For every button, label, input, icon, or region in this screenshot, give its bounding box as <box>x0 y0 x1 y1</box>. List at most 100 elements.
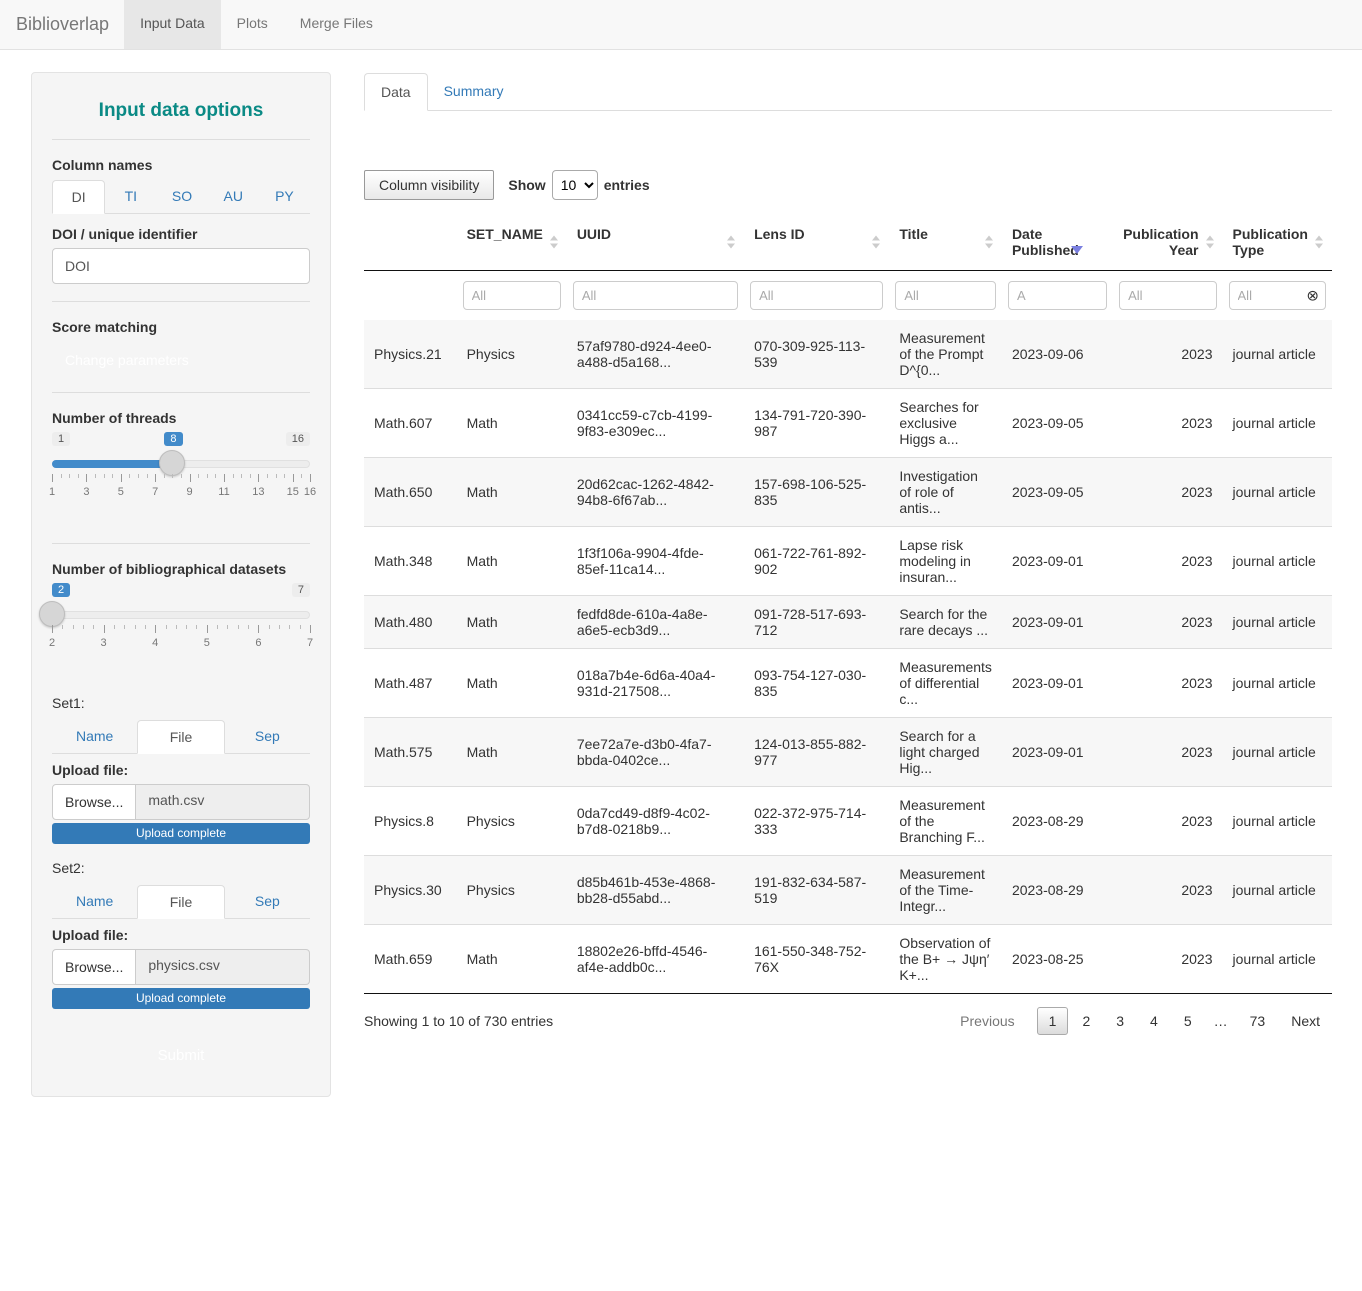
cell-lens: 161-550-348-752-76X <box>744 925 889 994</box>
slider-value-badge: 2 <box>52 583 70 597</box>
column-filter-input-1[interactable] <box>463 281 561 310</box>
column-header-title[interactable]: Title <box>889 214 1002 271</box>
navtab-plots[interactable]: Plots <box>221 0 284 49</box>
slider-tick-label: 5 <box>118 486 124 498</box>
sort-desc-icon[interactable] <box>1071 246 1083 254</box>
column-filter-input-3[interactable] <box>750 281 883 310</box>
cell-lens: 191-832-634-587-519 <box>744 856 889 925</box>
set1-upload-label: Upload file: <box>52 762 310 778</box>
column-filter-input-6[interactable] <box>1119 281 1216 310</box>
column-header-date-published[interactable]: Date Published <box>1002 214 1113 271</box>
cell-year: 2023 <box>1113 596 1222 649</box>
cell-name: Math.575 <box>364 718 457 787</box>
cell-date: 2023-09-05 <box>1002 389 1113 458</box>
cell-name: Math.487 <box>364 649 457 718</box>
page-button-5[interactable]: 5 <box>1172 1007 1204 1035</box>
sort-both-icon[interactable] <box>872 236 880 249</box>
navbar: Biblioverlap Input Data Plots Merge File… <box>0 0 1362 50</box>
cell-title: Lapse risk modeling in insuran... <box>889 527 1002 596</box>
change-parameters-button[interactable]: Change parameters <box>52 345 202 375</box>
cell-name: Math.480 <box>364 596 457 649</box>
cell-lens: 157-698-106-525-835 <box>744 458 889 527</box>
next-button[interactable]: Next <box>1279 1007 1332 1035</box>
column-header-publication-year[interactable]: Publication Year <box>1113 214 1222 271</box>
cell-lens: 061-722-761-892-902 <box>744 527 889 596</box>
cell-title: Measurement of the Branching F... <box>889 787 1002 856</box>
slider-tick-label: 5 <box>204 637 210 649</box>
cell-date: 2023-09-01 <box>1002 718 1113 787</box>
set2-browse-button[interactable]: Browse... <box>52 949 136 985</box>
panel-title: Input data options <box>52 100 310 122</box>
slider-tick <box>248 625 249 629</box>
submit-button[interactable]: Submit <box>52 1039 310 1072</box>
sort-both-icon[interactable] <box>550 236 558 249</box>
doi-field-label: DOI / unique identifier <box>52 226 310 242</box>
slider-tick <box>198 474 199 478</box>
table-row: Math.607Math0341cc59-c7cb-4199-9f83-e309… <box>364 389 1332 458</box>
clear-filter-icon[interactable]: ⊗ <box>1306 288 1319 303</box>
doi-input[interactable] <box>52 248 310 284</box>
column-filter-input-4[interactable] <box>895 281 996 310</box>
set2-tab-name[interactable]: Name <box>52 885 137 919</box>
page-button-73[interactable]: 73 <box>1238 1007 1278 1035</box>
navtab-merge-files[interactable]: Merge Files <box>284 0 389 49</box>
slider-track[interactable] <box>52 611 310 619</box>
set1-tab-file[interactable]: File <box>137 720 224 754</box>
tab-py[interactable]: PY <box>259 180 310 214</box>
page-size-select[interactable]: 10 <box>552 170 598 200</box>
slider-tick <box>241 474 242 478</box>
navtab-input-data[interactable]: Input Data <box>124 0 221 49</box>
cell-year: 2023 <box>1113 527 1222 596</box>
slider-max-badge: 7 <box>292 583 310 597</box>
slider-tick <box>310 474 311 482</box>
cell-type: journal article <box>1223 527 1332 596</box>
cell-type: journal article <box>1223 458 1332 527</box>
datasets-slider[interactable]: 272234567 <box>52 603 310 677</box>
set2-tab-file[interactable]: File <box>137 885 224 919</box>
tab-au[interactable]: AU <box>208 180 259 214</box>
sort-both-icon[interactable] <box>1315 236 1323 249</box>
cell-year: 2023 <box>1113 718 1222 787</box>
page-button-1[interactable]: 1 <box>1037 1007 1069 1035</box>
sort-both-icon[interactable] <box>1206 236 1214 249</box>
filter-cell: ⊗ <box>1223 271 1332 321</box>
column-header-uuid[interactable]: UUID <box>567 214 744 271</box>
cell-date: 2023-09-01 <box>1002 527 1113 596</box>
cell-type: journal article <box>1223 389 1332 458</box>
tab-ti[interactable]: TI <box>105 180 156 214</box>
sort-both-icon[interactable] <box>985 236 993 249</box>
cell-set: Math <box>457 925 567 994</box>
column-header-publication-type[interactable]: Publication Type <box>1223 214 1332 271</box>
slider-tick-label: 3 <box>101 637 107 649</box>
slider-tick <box>293 474 294 482</box>
sort-both-icon[interactable] <box>727 236 735 249</box>
tab-summary[interactable]: Summary <box>428 73 520 111</box>
cell-year: 2023 <box>1113 320 1222 389</box>
set1-tab-name[interactable]: Name <box>52 720 137 754</box>
column-header-lens-id[interactable]: Lens ID <box>744 214 889 271</box>
download-data-button[interactable]: Download Data <box>364 126 508 156</box>
threads-slider[interactable]: 11681357911131516 <box>52 452 310 526</box>
slider-tick <box>217 625 218 629</box>
page-button-2[interactable]: 2 <box>1070 1007 1102 1035</box>
column-header-set-name[interactable]: SET_NAME <box>457 214 567 271</box>
page-button-3[interactable]: 3 <box>1104 1007 1136 1035</box>
cell-title: Search for the rare decays ... <box>889 596 1002 649</box>
tab-di[interactable]: DI <box>52 180 105 214</box>
slider-tick <box>112 474 113 478</box>
set1-browse-button[interactable]: Browse... <box>52 784 136 820</box>
slider-handle[interactable] <box>39 601 65 627</box>
tab-so[interactable]: SO <box>156 180 207 214</box>
slider-handle[interactable] <box>159 450 185 476</box>
column-filter-input-5[interactable] <box>1008 281 1107 310</box>
column-filter-input-2[interactable] <box>573 281 738 310</box>
set2-tab-sep[interactable]: Sep <box>225 885 310 919</box>
slider-tick-label: 6 <box>255 637 261 649</box>
tab-data[interactable]: Data <box>364 73 428 111</box>
slider-tick <box>258 474 259 482</box>
cell-year: 2023 <box>1113 925 1222 994</box>
cell-type: journal article <box>1223 787 1332 856</box>
set1-tab-sep[interactable]: Sep <box>225 720 310 754</box>
page-button-4[interactable]: 4 <box>1138 1007 1170 1035</box>
column-visibility-button[interactable]: Column visibility <box>364 170 494 200</box>
